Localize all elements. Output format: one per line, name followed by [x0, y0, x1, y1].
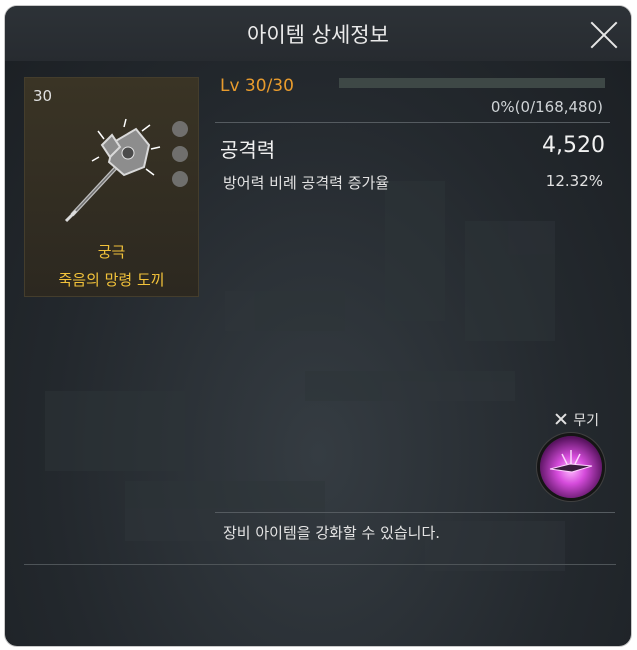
item-description: 장비 아이템을 강화할 수 있습니다. — [223, 524, 441, 542]
main-stat-value: 4,520 — [542, 133, 605, 158]
exp-bar — [339, 78, 605, 88]
divider — [215, 512, 615, 513]
exp-text: 0%(0/168,480) — [490, 98, 603, 116]
socket-slot-icon — [172, 121, 188, 137]
window-title: 아이템 상세정보 — [247, 23, 389, 47]
level-text: Lv 30/30 — [220, 76, 294, 96]
divider — [215, 122, 610, 123]
socket-slot-icon — [172, 146, 188, 162]
item-detail-panel: 아이템 상세정보 30 궁극 죽음의 망령 도끼 Lv 30/30 0%(0/1… — [5, 6, 631, 646]
crossed-swords-icon — [554, 412, 568, 426]
sub-stat-name: 방어력 비례 공격력 증가율 — [223, 174, 390, 192]
socket-slot-icon — [172, 171, 188, 187]
item-card: 30 궁극 죽음의 망령 도끼 — [24, 77, 199, 297]
close-icon[interactable] — [589, 20, 619, 50]
item-name: 죽음의 망령 도끼 — [58, 271, 165, 289]
main-stat-name: 공격력 — [220, 138, 276, 162]
sub-stat-value: 12.32% — [545, 172, 603, 190]
weapon-slot-icon[interactable] — [540, 436, 602, 498]
weapon-slot-art — [549, 450, 593, 473]
weapon-slot-label: 무기 — [554, 410, 599, 430]
item-grade: 궁극 — [97, 243, 126, 261]
axe-weapon-icon — [64, 118, 161, 223]
divider — [24, 564, 616, 565]
item-level-badge: 30 — [33, 87, 53, 105]
title-bar: 아이템 상세정보 — [5, 6, 631, 61]
weapon-slot-text: 무기 — [573, 413, 599, 429]
